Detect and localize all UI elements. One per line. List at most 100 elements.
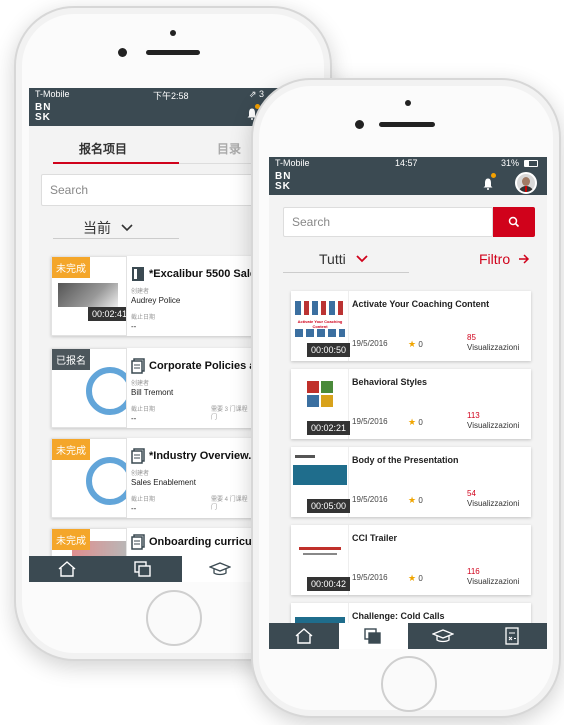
document-icon	[132, 267, 144, 281]
due-date-label: 截止日期	[131, 407, 156, 413]
duration-label: 00:02:41	[88, 307, 126, 321]
tab-enrolled[interactable]: 报名项目	[79, 140, 127, 157]
graduation-cap-icon	[431, 629, 454, 643]
views-count: 54	[467, 489, 476, 498]
content-item[interactable]: 00:00:42 CCI Trailer 19/5/2016 ★ 0 116 V…	[291, 525, 531, 595]
duration-label: 00:00:50	[307, 343, 351, 357]
views-count: 116	[467, 567, 480, 576]
front-screen: T-Mobile 14:57 31% BN SK Search Tutti Fi…	[269, 157, 547, 649]
status-tag: 已报名	[52, 349, 90, 370]
views-label: Visualizzazioni	[467, 343, 520, 352]
thumbnail-graphic	[321, 381, 333, 393]
brand-logo[interactable]: BN SK	[35, 103, 51, 123]
views-label: Visualizzazioni	[467, 577, 520, 586]
star-icon: ★	[408, 495, 417, 505]
home-icon	[295, 628, 313, 644]
course-title: Onboarding curriculu	[149, 536, 262, 548]
creator-label: 创建者	[131, 471, 150, 477]
home-button[interactable]	[381, 656, 437, 712]
category-dropdown[interactable]: Tutti	[319, 251, 368, 267]
publish-date: 19/5/2016	[352, 339, 388, 348]
course-card[interactable]: 已报名 Corporate Policies an 创建者 Bill Tremo…	[51, 348, 281, 428]
star-icon: ★	[408, 573, 417, 583]
nav-library[interactable]	[105, 556, 181, 582]
camera	[355, 120, 364, 129]
nav-home[interactable]	[29, 556, 105, 582]
content-item[interactable]: Activate Your Coaching Content 00:00:50 …	[291, 291, 531, 361]
creator-name: Bill Tremont	[131, 388, 174, 397]
due-date-value: --	[131, 414, 137, 423]
search-placeholder: Search	[50, 183, 89, 197]
content-title: CCI Trailer	[352, 533, 398, 543]
star-icon: ★	[408, 339, 417, 349]
search-input[interactable]: Search	[41, 174, 281, 206]
thumbnail-graphic	[295, 455, 315, 458]
clock-label: 14:57	[395, 158, 418, 168]
course-card[interactable]: 未完成 00:02:41 *Excalibur 5500 Sales 创建者 A…	[51, 256, 281, 336]
status-tag: 未完成	[52, 439, 90, 460]
nav-tools[interactable]	[478, 623, 548, 649]
nav-learning[interactable]	[408, 623, 478, 649]
filter-action-label: Filtro	[479, 251, 511, 267]
curriculum-icon	[131, 358, 145, 374]
avatar[interactable]	[515, 172, 537, 194]
content-title: Body of the Presentation	[352, 455, 459, 465]
search-input[interactable]: Search	[283, 207, 493, 237]
creator-label: 创建者	[131, 289, 150, 295]
clock-label: 下午2:58	[153, 91, 189, 101]
content-item[interactable]: 00:05:00 Body of the Presentation 19/5/2…	[291, 447, 531, 517]
course-thumbnail: 已报名	[51, 348, 127, 428]
status-tag: 未完成	[52, 257, 90, 278]
creator-name: Sales Enablement	[131, 478, 196, 487]
filter-underline	[53, 238, 179, 239]
nav-library[interactable]	[338, 623, 408, 649]
rating-value: 0	[418, 574, 423, 583]
nav-learning[interactable]	[181, 556, 258, 582]
copy-icon	[364, 628, 381, 644]
bell-icon[interactable]	[483, 178, 493, 190]
course-thumbnail: 未完成	[51, 438, 127, 518]
due-date-value: --	[131, 504, 137, 513]
status-bar: T-Mobile 14:57 31%	[269, 157, 547, 171]
brand-logo[interactable]: BN SK	[275, 172, 291, 192]
speaker	[146, 50, 200, 55]
thumbnail-graphic	[295, 301, 345, 315]
duration-label: 00:00:42	[307, 577, 351, 591]
tab-catalog[interactable]: 目录	[217, 140, 241, 157]
carrier-label: T-Mobile	[275, 158, 310, 168]
rating-value: 0	[418, 340, 423, 349]
home-button[interactable]	[146, 590, 202, 646]
thumbnail-caption: Activate Your Coaching Content	[297, 319, 343, 329]
views-count: 85	[467, 333, 476, 342]
content-title: Challenge: Cold Calls	[352, 611, 445, 621]
graduation-cap-icon	[208, 562, 231, 576]
rating: ★ 0	[408, 573, 423, 584]
rating: ★ 0	[408, 339, 423, 350]
thumbnail-graphic	[321, 395, 333, 407]
app-header: BN SK	[269, 171, 547, 195]
course-card[interactable]: 未完成 *Industry Overview... 创建者 Sales Enab…	[51, 438, 281, 518]
course-thumbnail: 未完成 00:02:41	[51, 256, 127, 336]
due-date-label: 截止日期	[131, 315, 156, 321]
thumbnail-graphic	[307, 395, 319, 407]
search-button[interactable]	[493, 207, 535, 237]
content-item[interactable]: 00:02:21 Behavioral Styles 19/5/2016 ★ 0…	[291, 369, 531, 439]
views-label: Visualizzazioni	[467, 499, 520, 508]
stage: T-Mobile 下午2:58 ⇗ 3 BN SK 报名项目 目录 Search …	[0, 0, 564, 725]
duration-label: 00:02:21	[307, 421, 351, 435]
filter-underline	[283, 272, 409, 273]
nav-home[interactable]	[269, 623, 339, 649]
filter-button[interactable]: Filtro	[479, 251, 530, 267]
thumbnail-graphic	[299, 547, 341, 550]
star-icon: ★	[408, 417, 417, 427]
front-phone: T-Mobile 14:57 31% BN SK Search Tutti Fi…	[251, 78, 561, 718]
creator-name: Audrey Police	[131, 296, 181, 305]
speaker	[379, 122, 435, 127]
views-count: 113	[467, 411, 480, 420]
sensor	[170, 30, 176, 36]
status-filter-dropdown[interactable]: 当前	[83, 218, 133, 238]
thumbnail-graphic	[295, 329, 345, 337]
home-icon	[58, 561, 76, 577]
calculator-icon	[505, 627, 519, 645]
thumbnail-graphic	[86, 367, 126, 415]
